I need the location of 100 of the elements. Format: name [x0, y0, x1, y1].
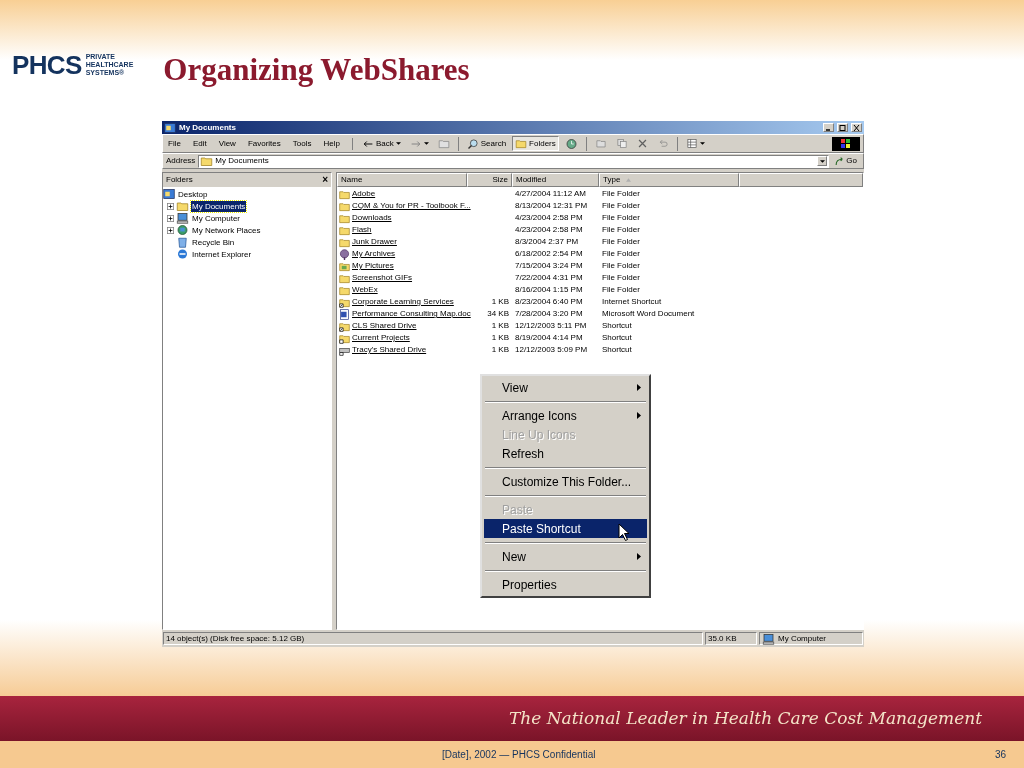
recycle-bin-icon	[176, 236, 189, 248]
file-modified: 12/12/2003 5:11 PM	[515, 321, 587, 330]
file-size: 1 KB	[491, 332, 509, 344]
column-header[interactable]: Type	[599, 173, 739, 187]
folder-icon	[339, 236, 350, 248]
toolbar-button[interactable]: Search	[463, 136, 510, 151]
file-type: Internet Shortcut	[602, 297, 662, 306]
file-modified: 8/19/2004 4:14 PM	[515, 333, 583, 342]
tree-item[interactable]: Recycle Bin	[191, 236, 236, 248]
file-name[interactable]: My Pictures	[352, 260, 394, 272]
file-type: File Folder	[602, 261, 640, 270]
menu-item[interactable]: Customize This Folder...	[484, 472, 647, 491]
minimize-icon[interactable]	[823, 123, 834, 132]
status-bar-panel: 14 object(s) (Disk free space: 5.12 GB)	[163, 632, 703, 645]
slide-title: Organizing WebShares	[163, 54, 470, 85]
file-type: Microsoft Word Document	[602, 309, 695, 318]
tree-item[interactable]: My Documents	[191, 200, 247, 212]
column-header[interactable]: Size	[467, 173, 512, 187]
file-type: File Folder	[602, 201, 640, 210]
file-modified: 12/12/2003 5:09 PM	[515, 345, 588, 354]
close-button[interactable]: ×	[322, 175, 328, 185]
file-modified: 7/28/2004 3:20 PM	[515, 309, 583, 318]
file-name[interactable]: CLS Shared Drive	[352, 320, 417, 332]
caret-icon	[699, 142, 705, 145]
windows-logo	[832, 136, 860, 151]
menu-item[interactable]: Edit	[190, 137, 209, 150]
file-type: Shortcut	[602, 321, 632, 330]
file-name[interactable]: Downloads	[352, 212, 392, 224]
file-modified: 8/23/2004 6:40 PM	[515, 297, 583, 306]
status-bar-panel: 35.0 KB	[705, 632, 757, 645]
cursor-icon	[618, 523, 630, 542]
address-label: Address	[166, 155, 196, 167]
menu-item[interactable]: Help	[321, 137, 342, 150]
menu-item[interactable]: New	[484, 547, 647, 566]
slogan: The National Leader in Health Care Cost Management	[508, 706, 982, 730]
file-type: File Folder	[602, 237, 640, 246]
views-icon	[685, 138, 698, 149]
file-type: File Folder	[602, 285, 640, 294]
tree-item[interactable]: Desktop	[177, 188, 209, 200]
menu-item[interactable]: Tools	[290, 137, 314, 150]
shortcut-icon	[339, 296, 350, 308]
sort-icon	[626, 178, 632, 182]
folder-icon	[339, 212, 350, 224]
status-bar-panel: My Computer	[759, 632, 863, 645]
file-name[interactable]: My Archives	[352, 248, 396, 260]
column-header[interactable]: Modified	[512, 173, 599, 187]
back-arrow-icon	[361, 138, 374, 149]
shortcut-icon	[339, 332, 350, 344]
dropdown-button[interactable]	[817, 156, 828, 166]
menu-item[interactable]: File	[166, 137, 183, 150]
tree-item[interactable]: My Computer	[191, 212, 241, 224]
page-number: 36	[994, 747, 1007, 762]
file-name[interactable]: WebEx	[352, 284, 378, 296]
folder-icon	[515, 138, 528, 149]
menu-item[interactable]: View	[216, 137, 238, 150]
pane-title: Folders	[166, 174, 194, 186]
file-modified: 8/3/2004 2:37 PM	[515, 237, 579, 246]
address-field[interactable]: My Documents	[198, 154, 830, 168]
close-icon[interactable]	[851, 123, 862, 132]
submenu-arrow-icon	[637, 412, 641, 419]
file-name[interactable]: Screenshot GIFs	[352, 272, 413, 284]
caret-icon	[423, 142, 429, 145]
menu-item[interactable]: Properties	[484, 575, 647, 594]
computer-icon	[762, 632, 775, 645]
file-name[interactable]: CQM & You for PR - Toolbook F...	[352, 200, 471, 212]
file-size: 1 KB	[491, 296, 509, 308]
go-arrow-icon	[835, 156, 845, 166]
menu-item[interactable]: Arrange Icons	[484, 406, 647, 425]
maximize-icon[interactable]	[837, 123, 848, 132]
menu-item[interactable]: Favorites	[245, 137, 283, 150]
file-name[interactable]: Current Projects	[352, 332, 410, 344]
up-folder-icon	[437, 138, 450, 149]
toolbar-button[interactable]: Back	[358, 136, 404, 151]
file-name[interactable]: Performance Consulting Map.doc	[352, 308, 471, 320]
file-name[interactable]: Flash	[352, 224, 372, 236]
menu-item[interactable]: Paste Shortcut	[484, 519, 647, 538]
column-header[interactable]: Name	[337, 173, 467, 187]
file-name[interactable]: Tracy's Shared Drive	[352, 344, 427, 356]
expand-icon[interactable]	[167, 202, 174, 210]
file-size: 34 KB	[487, 308, 509, 320]
move-to-icon	[594, 138, 607, 149]
folder-icon	[339, 188, 350, 200]
folder-icon	[339, 272, 350, 284]
submenu-arrow-icon	[637, 553, 641, 560]
network-icon	[176, 224, 189, 236]
expand-icon[interactable]	[167, 226, 174, 234]
go-button[interactable]: Go	[832, 155, 860, 167]
menu-item[interactable]: View	[484, 378, 647, 397]
file-name[interactable]: Adobe	[352, 188, 376, 200]
toolbar-button[interactable]: Folders	[512, 136, 559, 151]
tree-item[interactable]: Internet Explorer	[191, 248, 253, 260]
file-name[interactable]: Junk Drawer	[352, 236, 397, 248]
file-name[interactable]: Corporate Learning Services	[352, 296, 454, 308]
expand-icon[interactable]	[167, 214, 174, 222]
tree-item[interactable]: My Network Places	[191, 224, 262, 236]
caret-icon	[395, 142, 401, 145]
picture-folder-icon	[339, 260, 350, 272]
computer-icon	[176, 212, 189, 224]
file-modified: 4/27/2004 11:12 AM	[515, 189, 587, 198]
menu-item[interactable]: Refresh	[484, 444, 647, 463]
